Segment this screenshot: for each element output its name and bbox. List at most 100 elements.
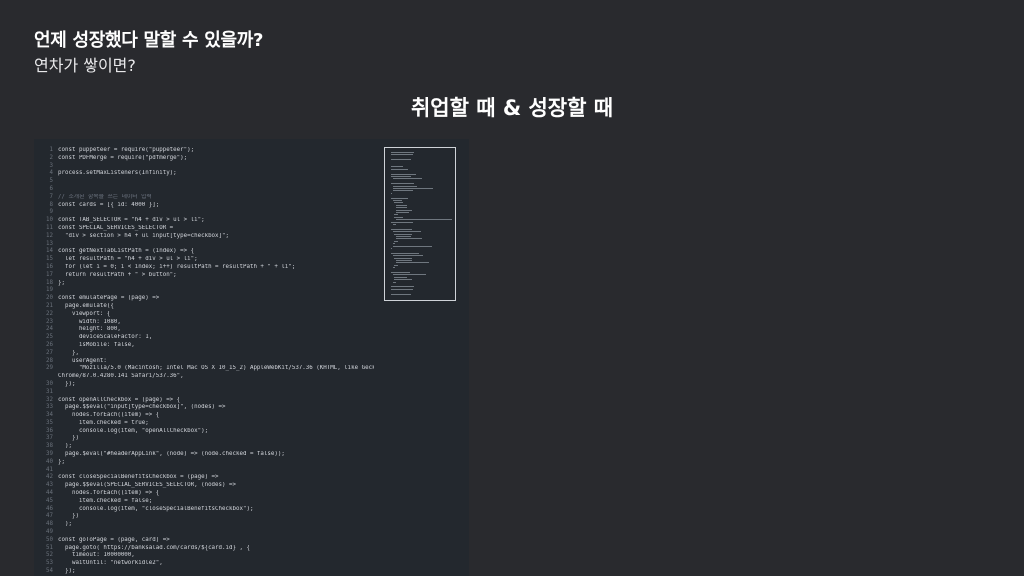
- line-number: 30: [46, 380, 53, 387]
- line-number: 48: [46, 521, 53, 528]
- line-number: 39: [46, 451, 53, 458]
- code-line: 53 waitUntil: "networkidle2",: [34, 560, 374, 568]
- code-text: "Mozilla/5.0 (Macintosh; Intel Mac OS X …: [58, 365, 374, 372]
- line-number: 24: [46, 326, 53, 333]
- code-line: 23 width: 1080,: [34, 319, 374, 327]
- code-text: item.checked = true;: [58, 419, 149, 426]
- code-text: const closeSpecialBenefitsCheckbox = (pa…: [58, 474, 219, 481]
- code-line: 7 // 소개된 항목을 쓰는 데이터 입력: [34, 194, 374, 202]
- code-text: userAgent:: [58, 357, 107, 364]
- code-line: 47 }): [34, 513, 374, 521]
- line-number: 52: [46, 552, 53, 559]
- code-line: 24 height: 800,: [34, 326, 374, 334]
- minimap-line: [395, 236, 412, 237]
- minimap-line: [395, 204, 407, 206]
- minimap-line: [391, 183, 415, 185]
- line-number: 20: [46, 295, 53, 302]
- code-text: const openAllCheckbox = (page) => {: [58, 396, 181, 403]
- line-number: 3: [49, 162, 54, 169]
- minimap-line: [394, 202, 404, 204]
- code-line: 4 process.setMaxListeners(Infinity);: [34, 170, 374, 178]
- line-number: 21: [46, 302, 53, 309]
- code-text: const PDFMerge = require("pdfmerge");: [58, 154, 188, 161]
- code-line: 44 nodes.forEach((item) => {: [34, 490, 374, 498]
- code-line: 38 );: [34, 443, 374, 451]
- line-number: 31: [46, 388, 53, 395]
- code-line: 21 page.emulate({: [34, 303, 374, 311]
- line-number: 23: [46, 318, 53, 325]
- code-line: 16 for (let i = 0; i < index; i++) resul…: [34, 264, 374, 272]
- code-text: isMobile: false,: [58, 341, 135, 348]
- minimap-line: [391, 288, 414, 290]
- code-line: 54 });: [34, 568, 374, 576]
- line-number: 6: [49, 185, 54, 192]
- code-text: width: 1080,: [58, 318, 121, 325]
- code-text: waitUntil: "networkidle2",: [58, 560, 163, 567]
- code-line: 41: [34, 467, 374, 475]
- line-number: 34: [46, 412, 53, 419]
- line-number: 47: [46, 513, 53, 520]
- code-line: 37 }): [34, 435, 374, 443]
- code-text: let resultPath = "h4 + div > ul > li";: [58, 256, 198, 263]
- minimap-line: [392, 200, 403, 201]
- slide-subtitle: 연차가 쌓이면?: [34, 56, 136, 75]
- minimap-line: [395, 238, 422, 240]
- line-number: 43: [46, 482, 53, 489]
- code-text: );: [58, 521, 72, 528]
- code-text: page.$$eval(SPECIAL_SERVICES_SELECTOR, (…: [58, 482, 236, 489]
- code-block: 1 const puppeteer = require("puppeteer");…: [34, 147, 374, 576]
- line-number: 49: [46, 529, 53, 536]
- code-text: nodes.forEach((item) => {: [58, 490, 160, 497]
- line-number: 19: [46, 287, 53, 294]
- line-number: 16: [46, 263, 53, 270]
- minimap-line: [395, 209, 412, 211]
- minimap-line: [392, 245, 432, 247]
- code-line: 11 const SPECIAL_SERVICES_SELECTOR =: [34, 225, 374, 233]
- minimap-line: [392, 281, 396, 283]
- line-number: 15: [46, 256, 53, 263]
- minimap-line: [391, 272, 411, 273]
- line-number: 1: [49, 147, 54, 153]
- line-number: 54: [46, 568, 53, 575]
- minimap-line: [391, 176, 411, 177]
- line-number: 2: [49, 154, 54, 161]
- line-number: 46: [46, 505, 53, 512]
- code-line: 51 page.goto(`https://banksalad.com/card…: [34, 545, 374, 553]
- line-number: 36: [46, 427, 53, 434]
- line-number: 45: [46, 497, 53, 504]
- code-line: 28 userAgent:: [34, 358, 374, 366]
- code-text: const TAB_SELECTOR = "h4 + div > ul > li…: [58, 217, 205, 224]
- code-line: 40};: [34, 459, 374, 467]
- minimap-line: [392, 274, 426, 276]
- minimap-line: [394, 240, 398, 242]
- code-line: 10 const TAB_SELECTOR = "h4 + div > ul > …: [34, 217, 374, 225]
- line-number: 22: [46, 310, 53, 317]
- code-line: 34 nodes.forEach((item) => {: [34, 412, 374, 420]
- line-number: 29: [46, 365, 53, 372]
- minimap-line: [392, 185, 417, 187]
- code-text: const cards = [{ id: 4000 }];: [58, 201, 160, 208]
- code-line: 15 let resultPath = "h4 + div > ul > li"…: [34, 256, 374, 264]
- line-number: 27: [46, 349, 53, 356]
- code-text: });: [58, 568, 76, 575]
- code-line: 35 item.checked = true;: [34, 420, 374, 428]
- line-number: [34, 373, 58, 381]
- minimap-line: [392, 267, 395, 269]
- code-line: 22 viewport: {: [34, 311, 374, 319]
- code-text: page.$$eval("input[type=checkbox]", (nod…: [58, 404, 226, 411]
- line-number: 13: [46, 240, 53, 247]
- minimap-line: [392, 243, 395, 245]
- code-text: };: [58, 279, 65, 286]
- code-editor-screenshot: 1 const puppeteer = require("puppeteer");…: [34, 139, 469, 576]
- line-number: 18: [46, 279, 53, 286]
- minimap-line: [395, 212, 409, 213]
- line-number: 11: [46, 224, 53, 231]
- minimap-line: [391, 168, 409, 170]
- code-text: "div > section > h4 + ul input[type=chec…: [58, 232, 230, 239]
- code-line: 26 isMobile: false,: [34, 342, 374, 350]
- code-line: 29 "Mozilla/5.0 (Macintosh; Intel Mac OS…: [34, 365, 374, 373]
